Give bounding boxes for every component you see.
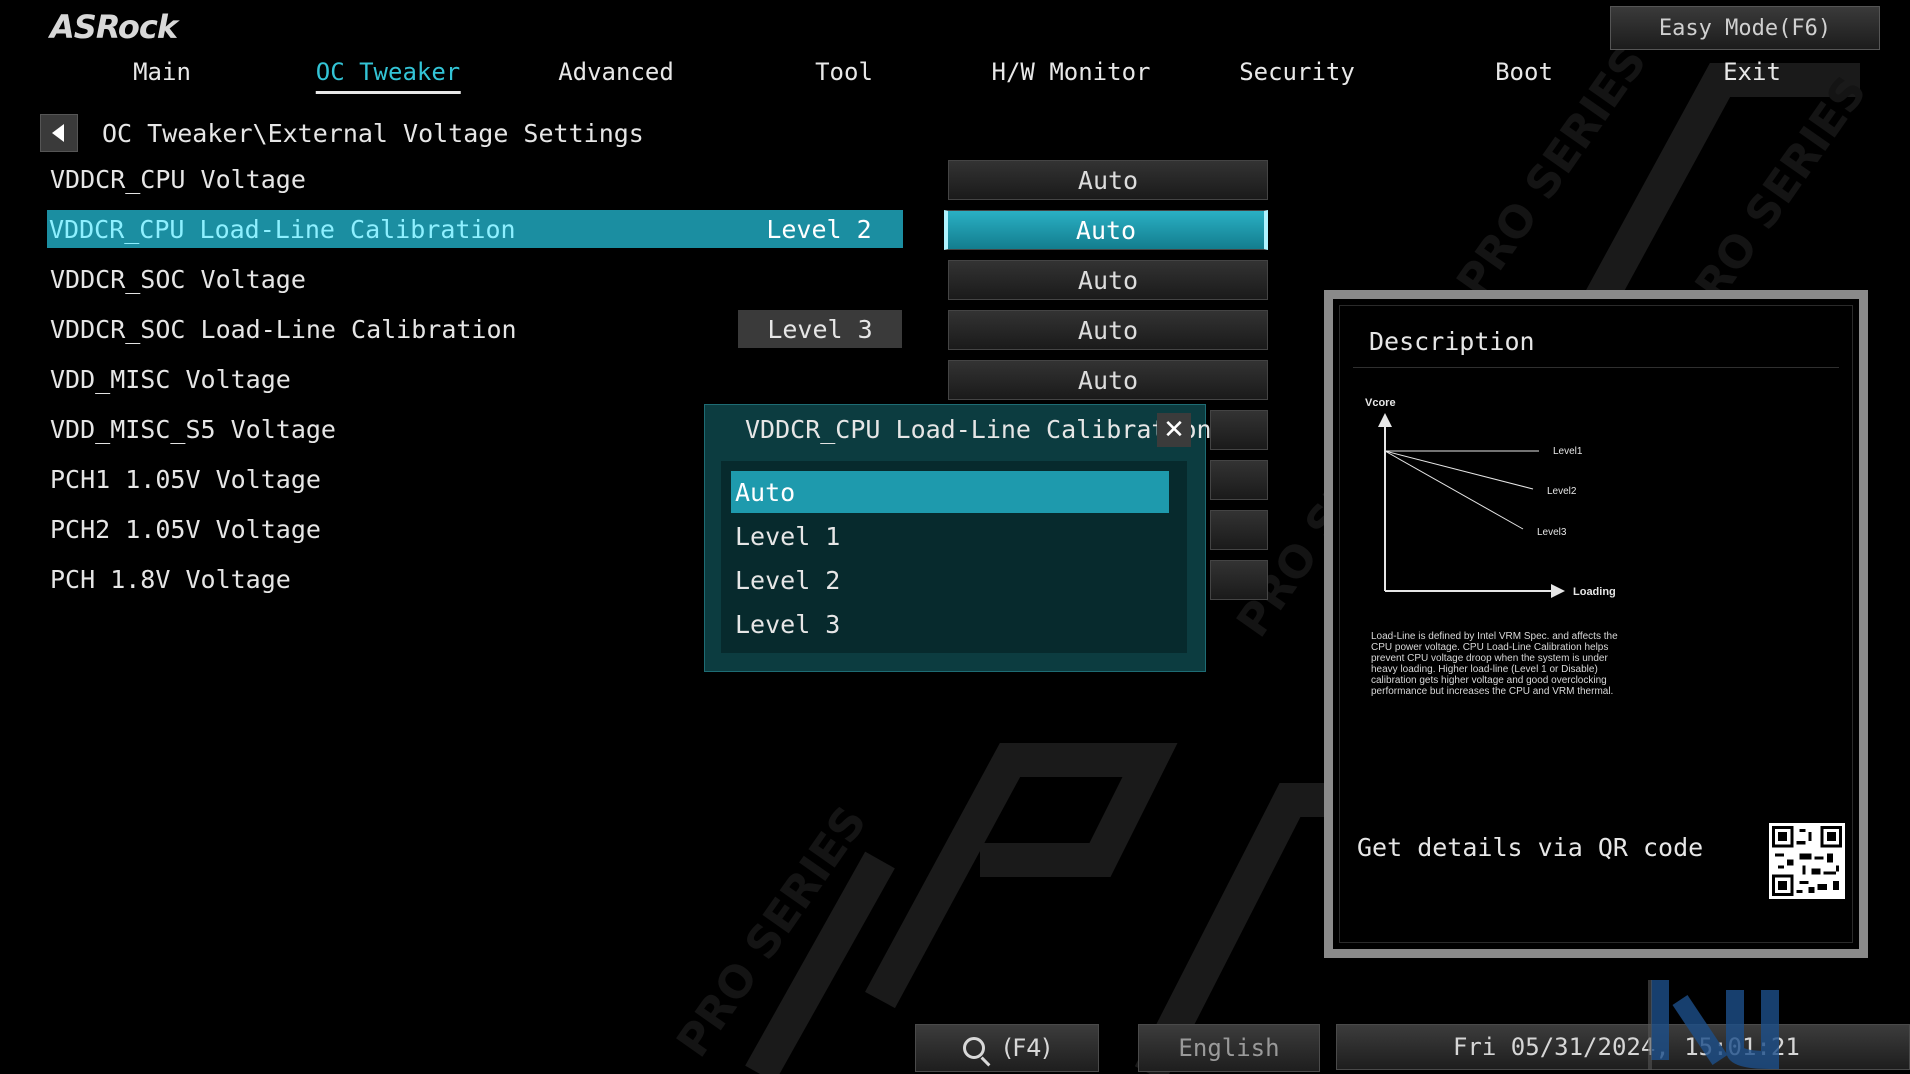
x-axis-arrow: [1551, 584, 1565, 598]
option-selector-selected[interactable]: Auto: [944, 210, 1268, 250]
tab-security[interactable]: Security: [1239, 58, 1355, 86]
description-text: Load-Line is defined by Intel VRM Spec. …: [1371, 631, 1618, 697]
easy-mode-button[interactable]: Easy Mode(F6): [1610, 6, 1880, 50]
setting-label: VDD_MISC_S5 Voltage: [50, 414, 336, 444]
divider: [1353, 367, 1839, 368]
setting-current-value: Level 2: [766, 214, 872, 244]
line-level2: [1384, 450, 1534, 490]
popup-option-level-3[interactable]: Level 3: [731, 603, 1169, 645]
setting-row[interactable]: VDDCR_CPU Voltage: [48, 160, 903, 198]
setting-label: VDDCR_CPU Voltage: [50, 164, 306, 194]
tab-tool[interactable]: Tool: [815, 58, 873, 86]
label-level1: Level1: [1553, 446, 1583, 457]
label-level2: Level2: [1547, 486, 1577, 497]
setting-current-value: Level 3: [738, 310, 902, 348]
search-button[interactable]: (F4): [915, 1024, 1099, 1072]
popup-option-auto[interactable]: Auto: [731, 471, 1169, 513]
setting-label: VDD_MISC Voltage: [50, 364, 291, 394]
loadline-diagram: Vcore Loading Level1 Level2 Level3: [1365, 397, 1616, 598]
setting-row[interactable]: VDDCR_SOC Voltage: [48, 260, 903, 298]
popup-option-list: Auto Level 1 Level 2 Level 3: [721, 461, 1187, 653]
setting-row[interactable]: VDD_MISC Voltage: [48, 360, 903, 398]
y-axis-arrow: [1378, 413, 1392, 427]
tab-exit[interactable]: Exit: [1723, 58, 1781, 86]
asrock-logo: ASRock: [50, 8, 178, 46]
setting-label: VDDCR_SOC Voltage: [50, 264, 306, 294]
option-selector[interactable]: Auto: [948, 360, 1268, 400]
setting-label: PCH 1.8V Voltage: [50, 564, 291, 594]
chart-ylabel: Vcore: [1365, 397, 1396, 409]
label-level3: Level3: [1537, 527, 1567, 538]
top-nav: Main OC Tweaker Advanced Tool H/W Monito…: [0, 58, 1910, 98]
setting-label: PCH2 1.05V Voltage: [50, 514, 321, 544]
option-selector[interactable]: Auto: [948, 310, 1268, 350]
qr-code: [1769, 823, 1845, 899]
popup-option-level-2[interactable]: Level 2: [731, 559, 1169, 601]
tab-boot[interactable]: Boot: [1495, 58, 1553, 86]
option-selector[interactable]: [1210, 560, 1268, 600]
option-selector[interactable]: Auto: [948, 260, 1268, 300]
search-shortcut: (F4): [1003, 1034, 1051, 1062]
popup-title: VDDCR_CPU Load-Line Calibration: [745, 415, 1212, 444]
tab-main[interactable]: Main: [133, 58, 191, 86]
popup-option-level-1[interactable]: Level 1: [731, 515, 1169, 557]
breadcrumb-path: OC Tweaker\External Voltage Settings: [102, 118, 644, 148]
back-button[interactable]: [40, 114, 78, 152]
option-selector[interactable]: [1210, 410, 1268, 450]
setting-row-selected[interactable]: VDDCR_CPU Load-Line Calibration Level 2: [47, 210, 903, 248]
setting-label: PCH1 1.05V Voltage: [50, 464, 321, 494]
description-title: Description: [1369, 327, 1535, 356]
option-selector[interactable]: [1210, 510, 1268, 550]
option-selector[interactable]: Auto: [948, 160, 1268, 200]
chart-xlabel: Loading: [1573, 586, 1616, 598]
setting-row[interactable]: VDDCR_SOC Load-Line Calibration Level 3: [48, 310, 903, 348]
tab-hw-monitor[interactable]: H/W Monitor: [992, 58, 1151, 86]
option-selector[interactable]: [1210, 460, 1268, 500]
option-popup: VDDCR_CPU Load-Line Calibration ✕ Auto L…: [704, 404, 1212, 672]
setting-label: VDDCR_CPU Load-Line Calibration: [49, 214, 516, 244]
close-icon[interactable]: ✕: [1157, 413, 1191, 447]
setting-label: VDDCR_SOC Load-Line Calibration: [50, 314, 517, 344]
breadcrumb: OC Tweaker\External Voltage Settings: [40, 114, 644, 152]
qr-caption: Get details via QR code: [1357, 833, 1704, 862]
tab-oc-tweaker[interactable]: OC Tweaker: [315, 58, 460, 94]
line-level3: [1384, 450, 1524, 530]
datetime-display: Fri 05/31/2024, 15:01:21: [1336, 1024, 1910, 1070]
language-button[interactable]: English: [1138, 1024, 1320, 1072]
tab-advanced[interactable]: Advanced: [558, 58, 674, 86]
svg-text:PRO SERIES: PRO SERIES: [667, 797, 877, 1066]
description-panel: Description Vcore Loading Level1 Level2 …: [1324, 290, 1868, 958]
back-arrow-icon: [51, 124, 64, 142]
search-icon: [963, 1037, 986, 1059]
